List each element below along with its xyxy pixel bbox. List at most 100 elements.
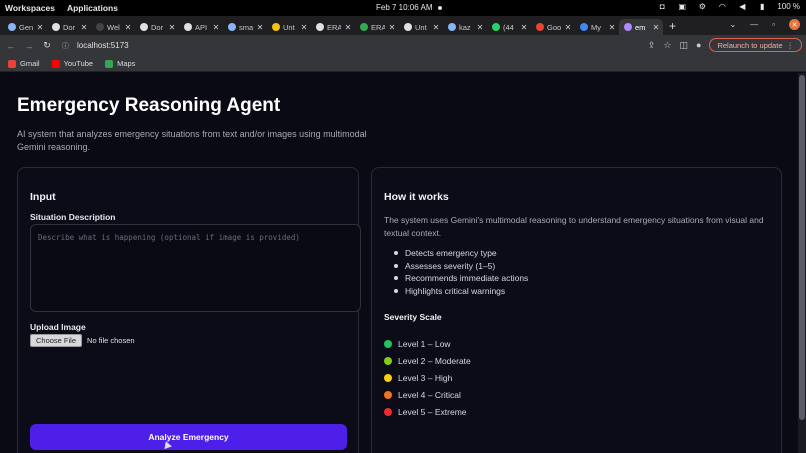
analyze-emergency-button[interactable]: Analyze Emergency — [30, 424, 347, 450]
battery-icon[interactable]: ▮ — [757, 2, 767, 11]
browser-toolbar: ← → ↻ ⓘ localhost:5173 ⇪ ☆ ◫ ● Relaunch … — [0, 35, 806, 56]
site-info-icon[interactable]: ⓘ — [62, 41, 72, 51]
browser-tab[interactable]: (44 ✕ — [487, 19, 531, 35]
bookmark-label: YouTube — [63, 59, 94, 68]
feature-item: Highlights critical warnings — [394, 286, 528, 299]
maximize-icon[interactable]: ▫ — [772, 20, 775, 29]
tab-favicon-icon — [52, 23, 60, 31]
bookmark-label: Gmail — [20, 59, 40, 68]
tab-title: Dor — [63, 22, 76, 32]
forward-arrow-icon[interactable]: → — [22, 41, 36, 51]
severity-item: Level 3 – High — [384, 370, 471, 387]
reload-icon[interactable]: ↻ — [40, 40, 54, 51]
browser-tab[interactable]: Dor ✕ — [47, 19, 91, 35]
severity-title: Severity Scale — [384, 312, 442, 322]
page-subtitle: AI system that analyzes emergency situat… — [17, 129, 367, 152]
tab-close-icon[interactable]: ✕ — [212, 23, 220, 32]
upload-label: Upload Image — [30, 322, 86, 332]
tab-close-icon[interactable]: ✕ — [608, 23, 616, 32]
side-panel-icon[interactable]: ◫ — [679, 40, 688, 51]
tab-title: (44 — [503, 22, 514, 32]
tab-title: Unt — [283, 22, 295, 32]
tab-close-icon[interactable]: ✕ — [652, 23, 660, 32]
volume-icon[interactable]: ◀ — [737, 2, 747, 11]
close-window-icon[interactable]: ✕ — [789, 19, 800, 30]
tab-close-icon[interactable]: ✕ — [300, 23, 308, 32]
tab-title: em — [635, 22, 646, 32]
severity-item: Level 2 – Moderate — [384, 353, 471, 370]
input-heading: Input — [30, 191, 56, 203]
file-input[interactable]: Choose File No file chosen — [30, 334, 135, 347]
screen-share-icon[interactable]: ▣ — [677, 2, 687, 11]
tab-favicon-icon — [184, 23, 192, 31]
no-file-text: No file chosen — [87, 336, 135, 345]
wifi-icon[interactable]: ◠ — [717, 2, 727, 11]
tab-close-icon[interactable]: ✕ — [520, 23, 528, 32]
severity-dot-icon — [384, 390, 392, 399]
tab-favicon-icon — [360, 23, 368, 31]
tab-favicon-icon — [448, 23, 456, 31]
settings-gear-icon[interactable]: ⚙ — [697, 2, 707, 11]
severity-label: Level 2 – Moderate — [398, 356, 471, 367]
tab-favicon-icon — [140, 23, 148, 31]
scrollbar-thumb[interactable] — [799, 75, 805, 420]
browser-tab[interactable]: em ✕ — [619, 19, 663, 35]
browser-tab[interactable]: API ✕ — [179, 19, 223, 35]
tab-favicon-icon — [580, 23, 588, 31]
more-vert-icon[interactable]: ⋮ — [787, 41, 795, 50]
tab-favicon-icon — [8, 23, 16, 31]
share-icon[interactable]: ⇪ — [648, 40, 656, 51]
tab-close-icon[interactable]: ✕ — [344, 23, 352, 32]
situation-textarea[interactable]: Describe what is happening (optional if … — [30, 224, 361, 312]
workspaces-menu[interactable]: Workspaces — [5, 3, 55, 13]
minimize-icon[interactable]: — — [750, 20, 758, 29]
bookmark-star-icon[interactable]: ☆ — [663, 40, 671, 51]
tab-title: Gen — [19, 22, 33, 32]
url-text[interactable]: localhost:5173 — [77, 41, 129, 50]
camera-icon[interactable]: ◘ — [657, 2, 667, 11]
browser-tab[interactable]: Goo ✕ — [531, 19, 575, 35]
severity-dot-icon — [384, 340, 392, 349]
browser-tab[interactable]: Gen ✕ — [3, 19, 47, 35]
page-scrollbar[interactable] — [798, 73, 806, 453]
tab-close-icon[interactable]: ✕ — [388, 23, 396, 32]
bookmark-label: Maps — [117, 59, 136, 68]
address-bar[interactable]: ⓘ localhost:5173 — [58, 38, 658, 53]
tab-search-chevron-icon[interactable]: ⌄ — [729, 20, 736, 29]
back-arrow-icon[interactable]: ← — [4, 41, 18, 51]
severity-label: Level 3 – High — [398, 372, 453, 383]
browser-tab[interactable]: Wel ✕ — [91, 19, 135, 35]
bookmark-gmail[interactable]: Gmail — [8, 59, 40, 68]
browser-tab[interactable]: ERA ✕ — [355, 19, 399, 35]
tab-close-icon[interactable]: ✕ — [476, 23, 484, 32]
tab-title: Goo — [547, 22, 561, 32]
tab-close-icon[interactable]: ✕ — [256, 23, 264, 32]
tab-close-icon[interactable]: ✕ — [564, 23, 572, 32]
severity-list: Level 1 – Low Level 2 – Moderate Level 3… — [384, 336, 471, 420]
choose-file-button[interactable]: Choose File — [30, 334, 83, 347]
tab-close-icon[interactable]: ✕ — [124, 23, 132, 32]
severity-item: Level 4 – Critical — [384, 386, 471, 403]
browser-tab[interactable]: kaz ✕ — [443, 19, 487, 35]
bookmark-youtube[interactable]: YouTube — [51, 59, 94, 68]
tab-favicon-icon — [272, 23, 280, 31]
profile-avatar-icon[interactable]: ● — [696, 40, 701, 50]
tab-close-icon[interactable]: ✕ — [432, 23, 440, 32]
browser-tab[interactable]: sma ✕ — [223, 19, 267, 35]
clock[interactable]: Feb 7 10:06 AM — [376, 3, 432, 12]
browser-tab[interactable]: My ✕ — [575, 19, 619, 35]
tab-close-icon[interactable]: ✕ — [36, 23, 44, 32]
tab-close-icon[interactable]: ✕ — [80, 23, 88, 32]
applications-menu[interactable]: Applications — [67, 3, 118, 13]
browser-tab[interactable]: ERA ✕ — [311, 19, 355, 35]
browser-tab[interactable]: Unt ✕ — [267, 19, 311, 35]
feature-item: Recommends immediate actions — [394, 273, 528, 286]
bookmark-maps[interactable]: Maps — [105, 59, 135, 68]
browser-tab[interactable]: Unt ✕ — [399, 19, 443, 35]
new-tab-button[interactable]: + — [669, 19, 676, 33]
tab-close-icon[interactable]: ✕ — [168, 23, 176, 32]
browser-tab-strip: Gen ✕ Dor ✕ Wel ✕ Dor ✕ API ✕ sma ✕ Unt ✕ ERA ✕ ERA ✕ Unt ✕… — [0, 16, 806, 35]
browser-tab[interactable]: Dor ✕ — [135, 19, 179, 35]
relaunch-update-button[interactable]: Relaunch to update ⋮ — [709, 38, 802, 52]
notification-dot — [438, 6, 442, 10]
